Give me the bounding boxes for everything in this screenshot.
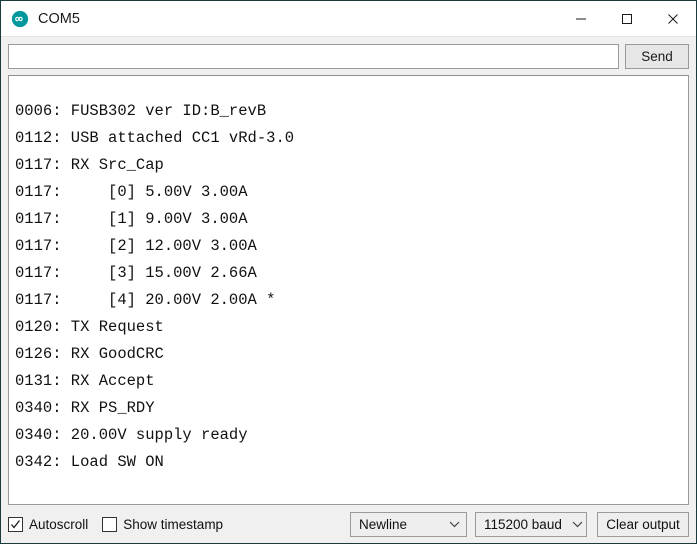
serial-output-text: 0006: FUSB302 ver ID:B_revB 0112: USB att… — [9, 76, 688, 476]
console-line: 0117: [2] 12.00V 3.00A — [15, 237, 257, 255]
serial-output-panel[interactable]: 0006: FUSB302 ver ID:B_revB 0112: USB att… — [8, 75, 689, 505]
console-line: 0340: RX PS_RDY — [15, 399, 155, 417]
show-timestamp-checkbox-box[interactable] — [102, 517, 118, 532]
console-line: 0117: [4] 20.00V 2.00A * — [15, 291, 276, 309]
console-line: 0117: [3] 15.00V 2.66A — [15, 264, 257, 282]
send-button[interactable]: Send — [625, 43, 689, 69]
baud-rate-select[interactable]: 115200 baud — [475, 512, 587, 537]
console-line: 0117: [0] 5.00V 3.00A — [15, 183, 248, 201]
show-timestamp-label: Show timestamp — [123, 517, 224, 532]
console-line: 0006: FUSB302 ver ID:B_revB — [15, 102, 267, 120]
serial-monitor-window: COM5 Send 0006: FUSB302 ver ID:B_revB 011… — [0, 0, 697, 544]
minimize-icon[interactable] — [558, 1, 604, 37]
title-bar-left: COM5 — [1, 10, 558, 28]
console-line: 0120: TX Request — [15, 318, 164, 336]
arduino-icon — [11, 10, 29, 28]
console-line: 0340: 20.00V supply ready — [15, 426, 248, 444]
window-controls — [558, 1, 696, 37]
bottom-toolbar: Autoscroll Show timestamp Newline 115200… — [1, 505, 696, 543]
title-bar: COM5 — [1, 1, 696, 37]
baud-rate-value: 115200 baud — [484, 517, 562, 532]
console-line: 0126: RX GoodCRC — [15, 345, 164, 363]
show-timestamp-checkbox[interactable]: Show timestamp — [102, 517, 223, 532]
line-ending-value: Newline — [359, 517, 408, 532]
send-row: Send — [1, 37, 696, 75]
clear-output-button[interactable]: Clear output — [597, 512, 689, 537]
autoscroll-checkbox[interactable]: Autoscroll — [8, 517, 88, 532]
console-line: 0117: RX Src_Cap — [15, 156, 164, 174]
console-line: 0117: [1] 9.00V 3.00A — [15, 210, 248, 228]
chevron-down-icon — [449, 521, 460, 528]
line-ending-select[interactable]: Newline — [350, 512, 467, 537]
autoscroll-label: Autoscroll — [29, 517, 89, 532]
serial-send-input[interactable] — [8, 43, 619, 69]
console-line: 0131: RX Accept — [15, 372, 155, 390]
autoscroll-checkbox-box[interactable] — [8, 517, 23, 532]
console-line: 0342: Load SW ON — [15, 453, 164, 471]
console-line: 0112: USB attached CC1 vRd-3.0 — [15, 129, 295, 147]
maximize-icon[interactable] — [604, 1, 650, 37]
window-title: COM5 — [38, 10, 80, 27]
close-icon[interactable] — [650, 1, 696, 37]
chevron-down-icon — [572, 521, 583, 528]
check-icon — [11, 520, 21, 529]
